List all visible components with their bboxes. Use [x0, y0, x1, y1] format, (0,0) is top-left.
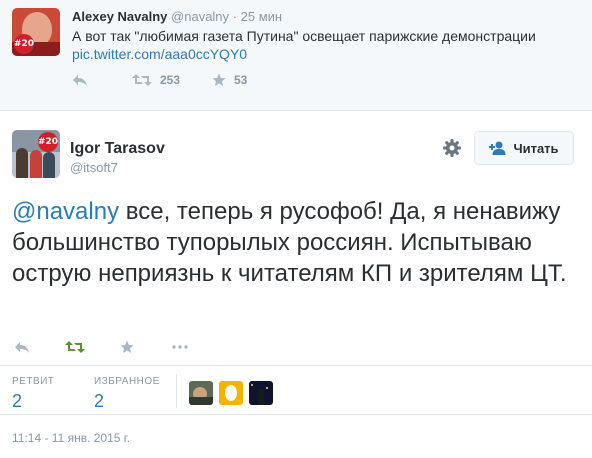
parent-time[interactable]: 25 мин	[241, 9, 282, 24]
retweet-button[interactable]	[65, 340, 85, 354]
avatar-badge: #20	[14, 34, 34, 54]
favorite-stat-label: ИЗБРАННОЕ	[94, 376, 160, 387]
parent-tweet[interactable]: #20 Alexey Navalny @navalny · 25 мин А в…	[0, 0, 592, 111]
parent-favorite-count: 53	[234, 73, 248, 87]
gear-icon	[443, 139, 461, 157]
retweet-stat-count: 2	[12, 391, 23, 411]
parent-avatar[interactable]: #20	[12, 8, 60, 56]
tweet-timestamp[interactable]: 11:14 - 11 янв. 2015 г.	[12, 431, 130, 445]
parent-actions: 253 53	[72, 73, 472, 89]
user-avatar-thumb[interactable]	[189, 381, 213, 405]
favorite-stat-count: 2	[94, 391, 105, 411]
retweet-stat[interactable]: РЕТВИТ 2	[12, 376, 54, 412]
reply-button[interactable]	[14, 340, 30, 354]
reply-icon	[73, 75, 87, 86]
main-handle[interactable]: @itsoft7	[70, 160, 118, 175]
main-avatar[interactable]: #20	[12, 130, 60, 178]
follow-button[interactable]: Читать	[474, 131, 574, 165]
main-actions	[14, 340, 214, 356]
favorite-button[interactable]	[120, 340, 134, 354]
avatar-person	[43, 152, 55, 178]
avatar-badge: #20	[38, 132, 58, 152]
stats-divider	[176, 374, 177, 408]
parent-handle[interactable]: @navalny	[171, 9, 229, 24]
main-name[interactable]: Igor Tarasov	[70, 140, 165, 158]
retweet-stat-label: РЕТВИТ	[12, 376, 55, 387]
more-icon	[172, 345, 188, 349]
follow-icon	[489, 141, 506, 155]
avatar-person	[16, 148, 28, 178]
parent-name[interactable]: Alexey Navalny	[72, 9, 167, 24]
settings-button[interactable]	[442, 138, 462, 158]
parent-retweet-count: 253	[160, 73, 181, 87]
retweet-icon	[65, 341, 85, 353]
mention-link[interactable]: @navalny	[12, 198, 119, 225]
user-avatar-thumb[interactable]	[219, 381, 243, 405]
parent-text: А вот так "любимая газета Путина" освеща…	[72, 28, 536, 44]
reply-icon	[15, 342, 29, 353]
more-button[interactable]	[172, 345, 188, 349]
favorite-icon	[212, 73, 226, 86]
parent-favorite-button[interactable]: 53	[212, 73, 247, 87]
parent-retweet-button[interactable]: 253	[132, 73, 180, 87]
avatar-person	[30, 150, 42, 178]
favorite-stat[interactable]: ИЗБРАННОЕ 2	[94, 376, 160, 412]
user-avatar-thumb[interactable]	[249, 381, 273, 405]
follow-label: Читать	[513, 140, 559, 156]
parent-header: Alexey Navalny @navalny · 25 мин	[72, 9, 282, 24]
parent-media-link[interactable]: pic.twitter.com/aaa0ccYQY0	[72, 45, 247, 63]
parent-reply-button[interactable]	[72, 73, 88, 87]
header-separator: ·	[232, 9, 238, 24]
retweet-icon	[132, 74, 152, 86]
main-tweet-text: @navalny все, теперь я русофоб! Да, я не…	[12, 196, 582, 289]
favorite-icon	[120, 340, 134, 353]
tweet-stats: РЕТВИТ 2 ИЗБРАННОЕ 2	[0, 365, 592, 415]
